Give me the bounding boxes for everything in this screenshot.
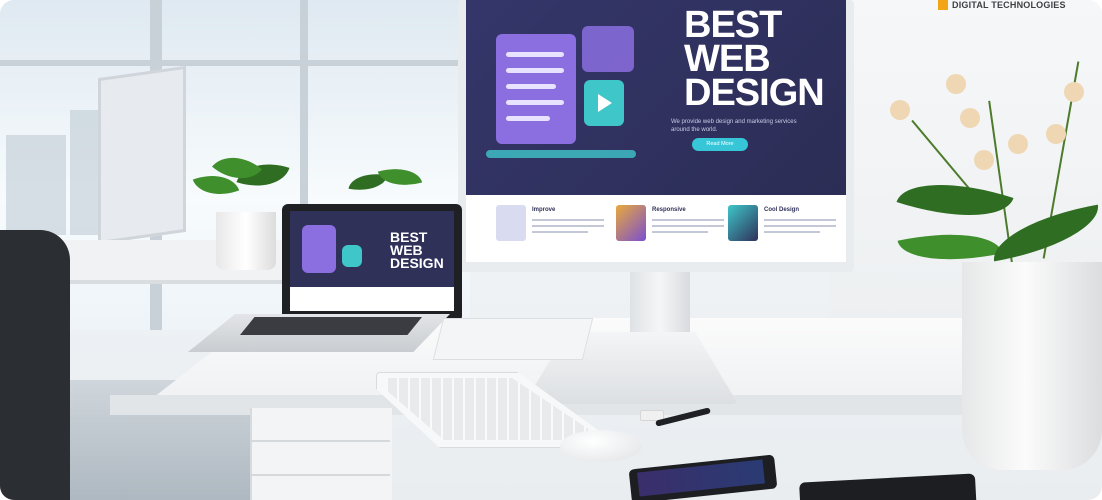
laptop-features-strip	[290, 287, 454, 311]
office-photo: BEST WEB DESIGN We provide web design an…	[0, 0, 1102, 500]
orchid-flower	[974, 150, 994, 170]
illustration-line	[506, 52, 564, 57]
illustration-line	[506, 100, 564, 105]
monitor-screen: BEST WEB DESIGN We provide web design an…	[466, 0, 846, 262]
desk-drawer-unit	[250, 408, 392, 500]
feature-text-line	[764, 225, 836, 227]
feature-title: Improve	[532, 207, 556, 213]
illustration-card	[302, 225, 336, 273]
orchid-flower	[946, 74, 966, 94]
city-building	[6, 135, 66, 235]
monitor-stand-neck	[630, 272, 690, 342]
feature-card: Improve	[496, 205, 612, 249]
feature-text-line	[532, 231, 588, 233]
feature-card: Responsive	[616, 205, 732, 249]
headline-line: DESIGN	[390, 255, 444, 271]
drawer-divider	[250, 440, 390, 442]
hero-headline: BEST WEB DESIGN	[684, 4, 834, 114]
headline-line: DESIGN	[684, 72, 825, 114]
orchid-flower	[960, 108, 980, 128]
feature-thumbnail	[616, 205, 646, 241]
feature-text-line	[532, 219, 604, 221]
logo-text: DIGITAL TECHNOLOGIES	[952, 0, 1066, 10]
illustration-line	[506, 68, 564, 73]
feature-text-line	[764, 231, 820, 233]
orchid-flower	[1046, 124, 1066, 144]
feature-thumbnail	[728, 205, 758, 241]
illustration-line	[506, 84, 556, 89]
hero-tagline: We provide web design and marketing serv…	[671, 119, 797, 133]
feature-text-line	[652, 225, 724, 227]
feature-title: Responsive	[652, 207, 686, 213]
drawer-divider	[250, 474, 390, 476]
feature-title: Cool Design	[764, 207, 800, 213]
illustration-line	[506, 116, 550, 121]
laptop-keyboard	[240, 317, 422, 335]
office-chair	[0, 230, 70, 500]
small-plant-pot	[216, 212, 276, 270]
window-frame	[0, 60, 470, 66]
laptop-screen: BEST WEB DESIGN	[290, 211, 454, 311]
tablet	[799, 473, 977, 500]
illustration-card	[496, 34, 576, 144]
notebook	[432, 318, 594, 360]
city-building	[70, 110, 100, 235]
feature-thumbnail	[496, 205, 526, 241]
large-plant-pot	[962, 262, 1102, 470]
feature-text-line	[652, 219, 724, 221]
video-player-card	[342, 245, 362, 267]
mouse	[560, 430, 642, 462]
feature-text-line	[764, 219, 836, 221]
illustration-base	[486, 150, 636, 158]
orchid-flower	[1008, 134, 1028, 154]
feature-text-line	[532, 225, 604, 227]
read-more-button[interactable]: Read More	[692, 138, 748, 151]
headline-line: WEB	[684, 38, 771, 80]
logo-mark-icon	[938, 0, 948, 10]
orchid-flower	[890, 100, 910, 120]
laptop-headline: BEST WEB DESIGN	[390, 230, 450, 271]
company-logo: DIGITAL TECHNOLOGIES	[938, 0, 1098, 14]
headline-line: BEST	[684, 4, 782, 46]
orchid-flower	[1064, 82, 1084, 102]
feature-text-line	[652, 231, 708, 233]
illustration-panel	[582, 26, 634, 72]
feature-card: Cool Design	[728, 205, 844, 249]
play-icon	[598, 94, 612, 112]
background-monitor	[98, 65, 186, 245]
